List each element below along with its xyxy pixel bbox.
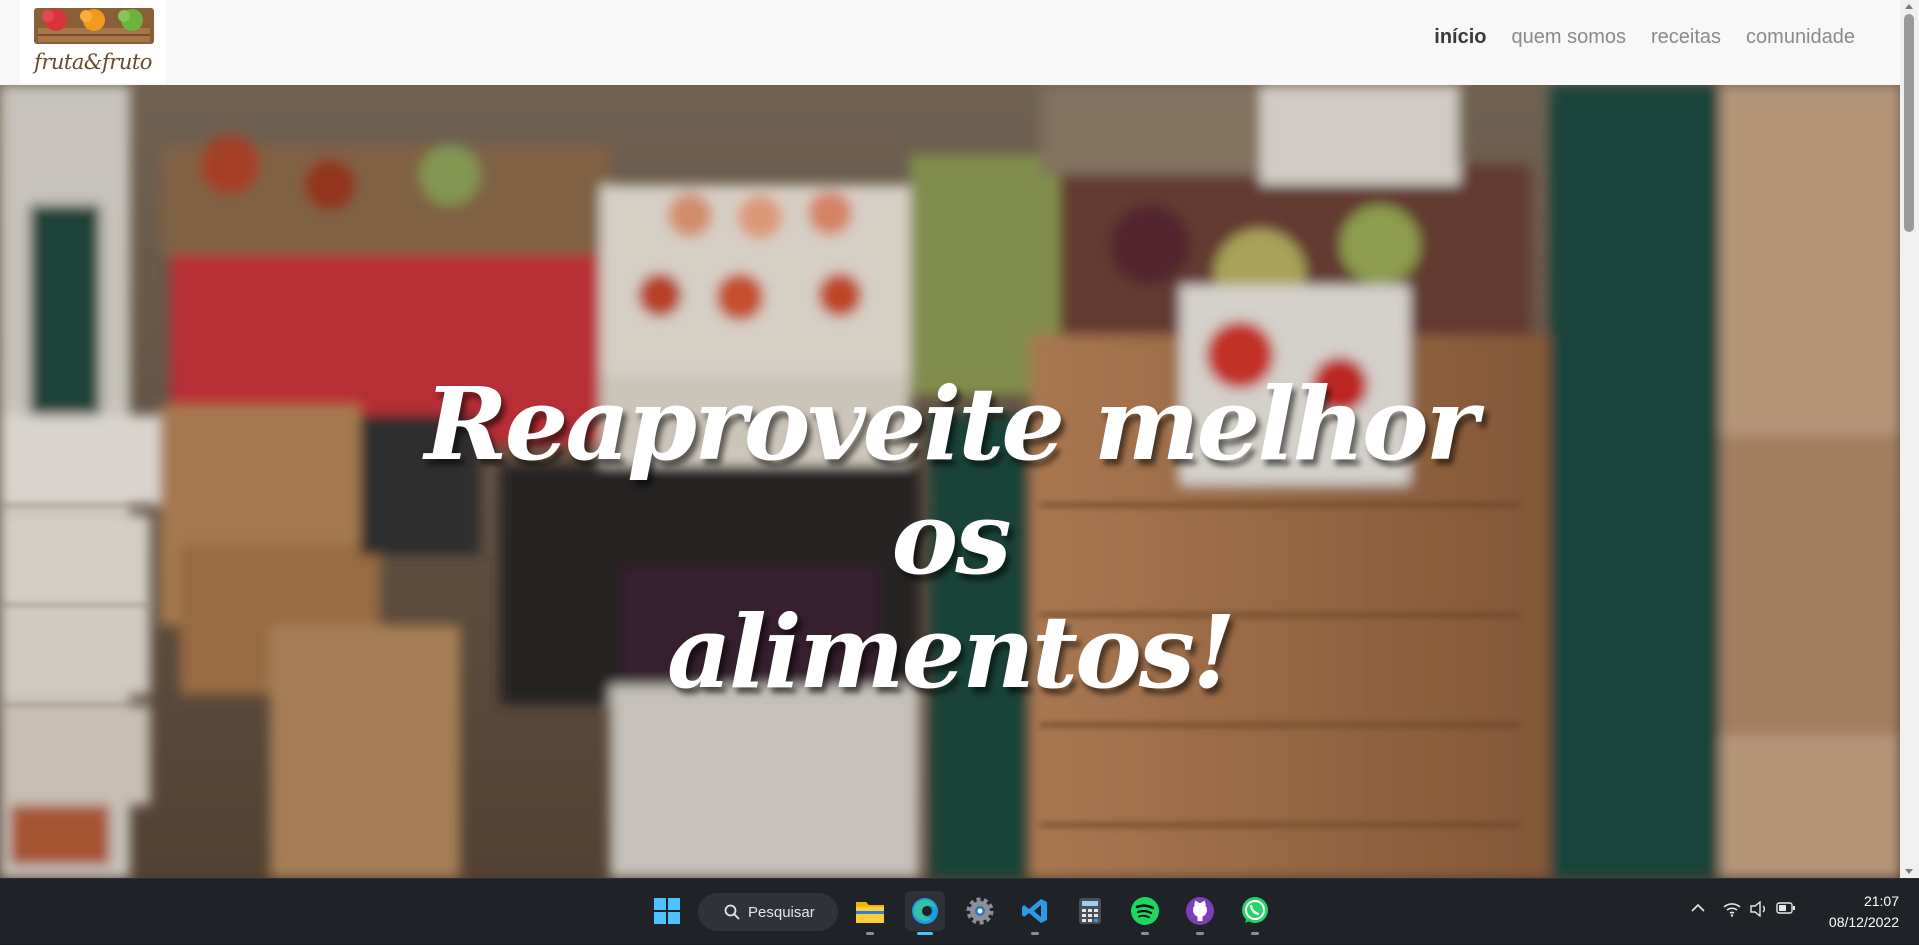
github-icon — [1186, 897, 1214, 925]
fruit-crate-icon — [34, 8, 154, 44]
taskbar-github-desktop[interactable] — [1180, 891, 1220, 935]
nav-menu: início quem somos receitas comunidade — [1434, 26, 1855, 49]
running-indicator — [1196, 932, 1204, 935]
whatsapp-icon — [1242, 897, 1268, 923]
system-tray: 21:07 08/12/2022 — [1680, 879, 1919, 946]
taskbar-search[interactable]: Pesquisar — [698, 893, 838, 931]
site-navbar: fruta&fruto início quem somos receitas c… — [0, 0, 1900, 85]
taskbar-spotify[interactable] — [1125, 891, 1165, 935]
vscode-icon — [1022, 899, 1047, 923]
spotify-icon — [1131, 897, 1159, 925]
volume-icon[interactable] — [1750, 900, 1768, 922]
taskbar-vscode[interactable] — [1015, 891, 1055, 935]
taskbar-whatsapp[interactable] — [1235, 891, 1275, 935]
windows-start-button[interactable] — [647, 891, 687, 931]
taskbar-file-explorer[interactable] — [850, 891, 890, 935]
scroll-up-arrow-icon[interactable] — [1905, 4, 1913, 9]
nav-link-inicio[interactable]: início — [1434, 26, 1486, 49]
folder-icon — [856, 902, 884, 923]
scrollbar-thumb[interactable] — [1904, 14, 1914, 232]
taskbar-clock[interactable]: 21:07 08/12/2022 — [1829, 891, 1899, 933]
page-scrollbar[interactable] — [1900, 0, 1919, 878]
taskbar-edge[interactable] — [905, 891, 945, 935]
nav-link-comunidade[interactable]: comunidade — [1746, 26, 1855, 49]
running-indicator — [1031, 932, 1039, 935]
wifi-icon[interactable] — [1722, 901, 1742, 922]
nav-link-receitas[interactable]: receitas — [1651, 26, 1721, 49]
taskbar-calculator[interactable] — [1070, 891, 1110, 931]
running-indicator — [866, 932, 874, 935]
windows-taskbar: Pesquisar 21:07 08/12/2022 — [0, 878, 1919, 945]
clock-time: 21:07 — [1863, 893, 1899, 909]
hero-title-line1: Reaproveite melhor os — [424, 365, 1479, 597]
browser-page: fruta&fruto início quem somos receitas c… — [0, 0, 1900, 878]
running-indicator — [1141, 932, 1149, 935]
clock-date: 08/12/2022 — [1828, 914, 1899, 930]
hero-title-line2: alimentos! — [667, 593, 1236, 711]
windows-logo-icon — [654, 898, 680, 924]
hero-banner: Reaproveite melhor os alimentos! — [0, 85, 1900, 878]
active-indicator — [917, 932, 933, 935]
battery-icon[interactable] — [1776, 901, 1796, 920]
site-logo[interactable]: fruta&fruto — [20, 0, 166, 83]
scroll-down-arrow-icon[interactable] — [1905, 869, 1913, 874]
gear-icon — [966, 897, 994, 925]
nav-link-quem-somos[interactable]: quem somos — [1512, 26, 1627, 49]
chevron-up-icon[interactable] — [1690, 901, 1706, 919]
running-indicator — [1251, 932, 1259, 935]
search-label: Pesquisar — [748, 903, 815, 921]
taskbar-settings[interactable] — [960, 891, 1000, 931]
search-icon — [724, 904, 740, 920]
hero-title: Reaproveite melhor os alimentos! — [380, 367, 1520, 709]
calculator-icon — [1079, 898, 1101, 924]
edge-browser-icon — [912, 898, 938, 924]
logo-text: fruta&fruto — [34, 50, 152, 74]
